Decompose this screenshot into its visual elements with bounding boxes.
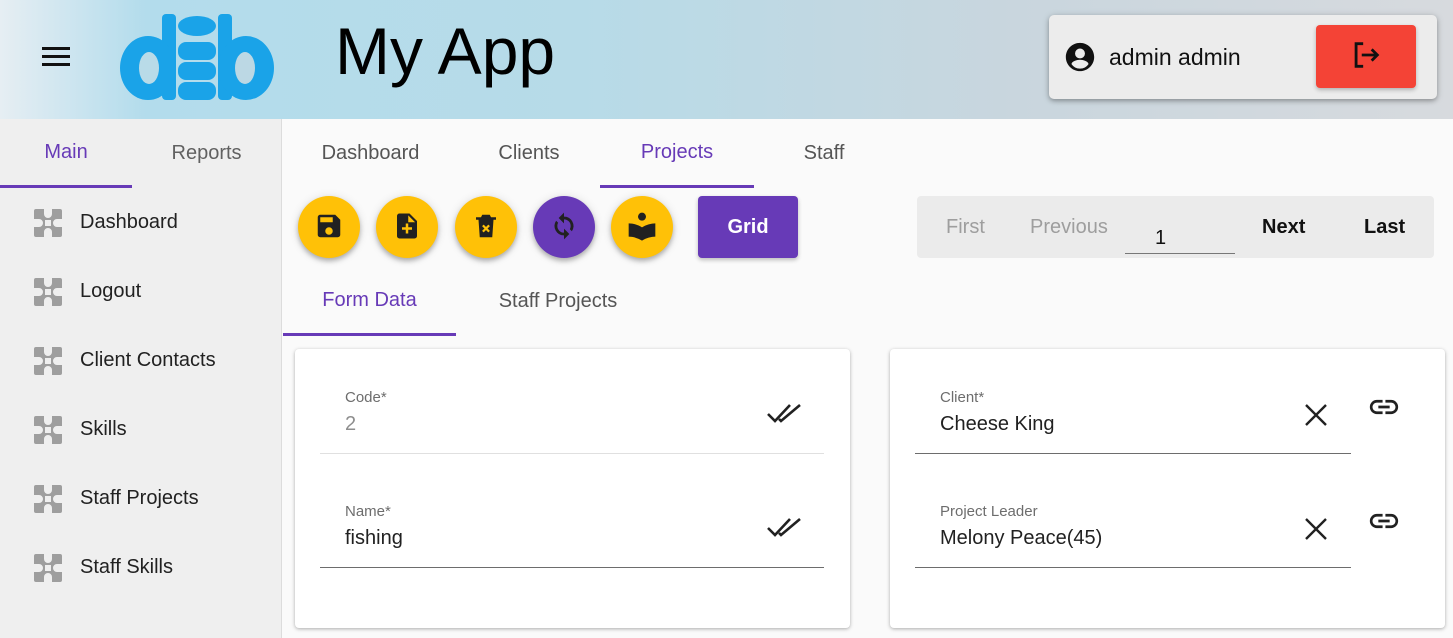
help-button[interactable]	[611, 196, 673, 258]
puzzle-icon	[33, 484, 63, 514]
code-field: Code* 2	[320, 379, 824, 479]
new-record-button[interactable]	[376, 196, 438, 258]
book-reader-icon	[626, 210, 658, 245]
account-circle-icon	[1063, 40, 1097, 74]
sidebar-item-client-contacts[interactable]: Client Contacts	[0, 326, 281, 395]
sidebar-item-label: Skills	[80, 418, 127, 440]
tab-dashboard[interactable]: Dashboard	[283, 119, 458, 188]
sidebar-item-dashboard[interactable]: Dashboard	[0, 188, 281, 257]
project-leader-field[interactable]: Project Leader Melony Peace(45)	[915, 493, 1351, 593]
sidebar-item-logout[interactable]: Logout	[0, 257, 281, 326]
close-icon[interactable]	[1298, 397, 1334, 433]
close-icon[interactable]	[1298, 511, 1334, 547]
pager: First Previous Next Last	[917, 196, 1434, 258]
tab-projects[interactable]: Projects	[600, 119, 754, 188]
puzzle-icon	[33, 346, 63, 376]
puzzle-icon	[33, 208, 63, 238]
tab-staff-projects[interactable]: Staff Projects	[456, 267, 660, 336]
sidebar-tab-reports[interactable]: Reports	[132, 119, 281, 188]
hamburger-icon[interactable]	[36, 40, 76, 72]
puzzle-icon	[33, 553, 63, 583]
save-button[interactable]	[298, 196, 360, 258]
sidebar-item-skills[interactable]: Skills	[0, 395, 281, 464]
pager-next[interactable]: Next	[1262, 216, 1305, 239]
sidebar-item-label: Staff Skills	[80, 556, 173, 578]
sidebar: Main Reports Dashboard Logout Client Con…	[0, 119, 282, 638]
app-logo	[118, 8, 276, 108]
sidebar-item-label: Staff Projects	[80, 487, 199, 509]
pager-previous[interactable]: Previous	[1030, 216, 1108, 239]
sidebar-item-label: Client Contacts	[80, 349, 216, 371]
form-card-left: Code* 2 Name* fishing	[295, 349, 850, 628]
file-plus-icon	[392, 211, 422, 244]
file-delete-icon	[471, 211, 501, 244]
logout-icon	[1349, 38, 1383, 75]
name-underline	[320, 567, 824, 568]
puzzle-icon	[33, 277, 63, 307]
pager-first[interactable]: First	[946, 216, 985, 239]
client-label: Client*	[940, 389, 985, 406]
sidebar-item-label: Logout	[80, 280, 142, 302]
sidebar-tab-main[interactable]: Main	[0, 119, 133, 188]
code-underline	[320, 453, 824, 454]
form-card-right: Client* Cheese King Project Leader Melon…	[890, 349, 1445, 628]
floppy-disk-icon	[314, 211, 344, 244]
user-name: admin admin	[1109, 44, 1241, 70]
refresh-button[interactable]	[533, 196, 595, 258]
user-card: admin admin	[1049, 15, 1437, 99]
logout-button[interactable]	[1316, 25, 1416, 88]
link-icon[interactable]	[1366, 503, 1402, 539]
double-check-icon	[766, 395, 802, 431]
sidebar-item-label: Dashboard	[80, 211, 178, 233]
name-value[interactable]: fishing	[345, 527, 403, 550]
double-check-icon	[766, 509, 802, 545]
link-icon[interactable]	[1366, 389, 1402, 425]
app-header: My App admin admin	[0, 0, 1453, 119]
client-field[interactable]: Client* Cheese King	[915, 379, 1351, 479]
code-label: Code*	[345, 389, 387, 406]
main-tabs: Dashboard Clients Projects Staff	[283, 119, 894, 188]
tab-form-data[interactable]: Form Data	[283, 267, 456, 336]
name-field[interactable]: Name* fishing	[320, 493, 824, 593]
puzzle-icon	[33, 415, 63, 445]
main-content: Dashboard Clients Projects Staff Grid Fi…	[283, 119, 1453, 638]
sidebar-item-staff-skills[interactable]: Staff Skills	[0, 533, 281, 602]
refresh-icon	[548, 210, 580, 245]
sidebar-tabs: Main Reports	[0, 119, 281, 188]
app-title: My App	[335, 14, 556, 88]
tab-staff[interactable]: Staff	[754, 119, 894, 188]
client-value[interactable]: Cheese King	[940, 413, 1055, 436]
project-leader-value[interactable]: Melony Peace(45)	[940, 527, 1102, 550]
client-underline	[915, 453, 1351, 454]
pager-last[interactable]: Last	[1364, 216, 1405, 239]
code-value: 2	[345, 413, 357, 435]
page-number-input[interactable]	[1125, 223, 1235, 254]
grid-button[interactable]: Grid	[698, 196, 798, 258]
name-label: Name*	[345, 503, 391, 520]
project-leader-underline	[915, 567, 1351, 568]
tab-clients[interactable]: Clients	[458, 119, 600, 188]
project-leader-label: Project Leader	[940, 503, 1038, 520]
delete-record-button[interactable]	[455, 196, 517, 258]
form-tabs: Form Data Staff Projects	[283, 267, 660, 336]
sidebar-item-staff-projects[interactable]: Staff Projects	[0, 464, 281, 533]
